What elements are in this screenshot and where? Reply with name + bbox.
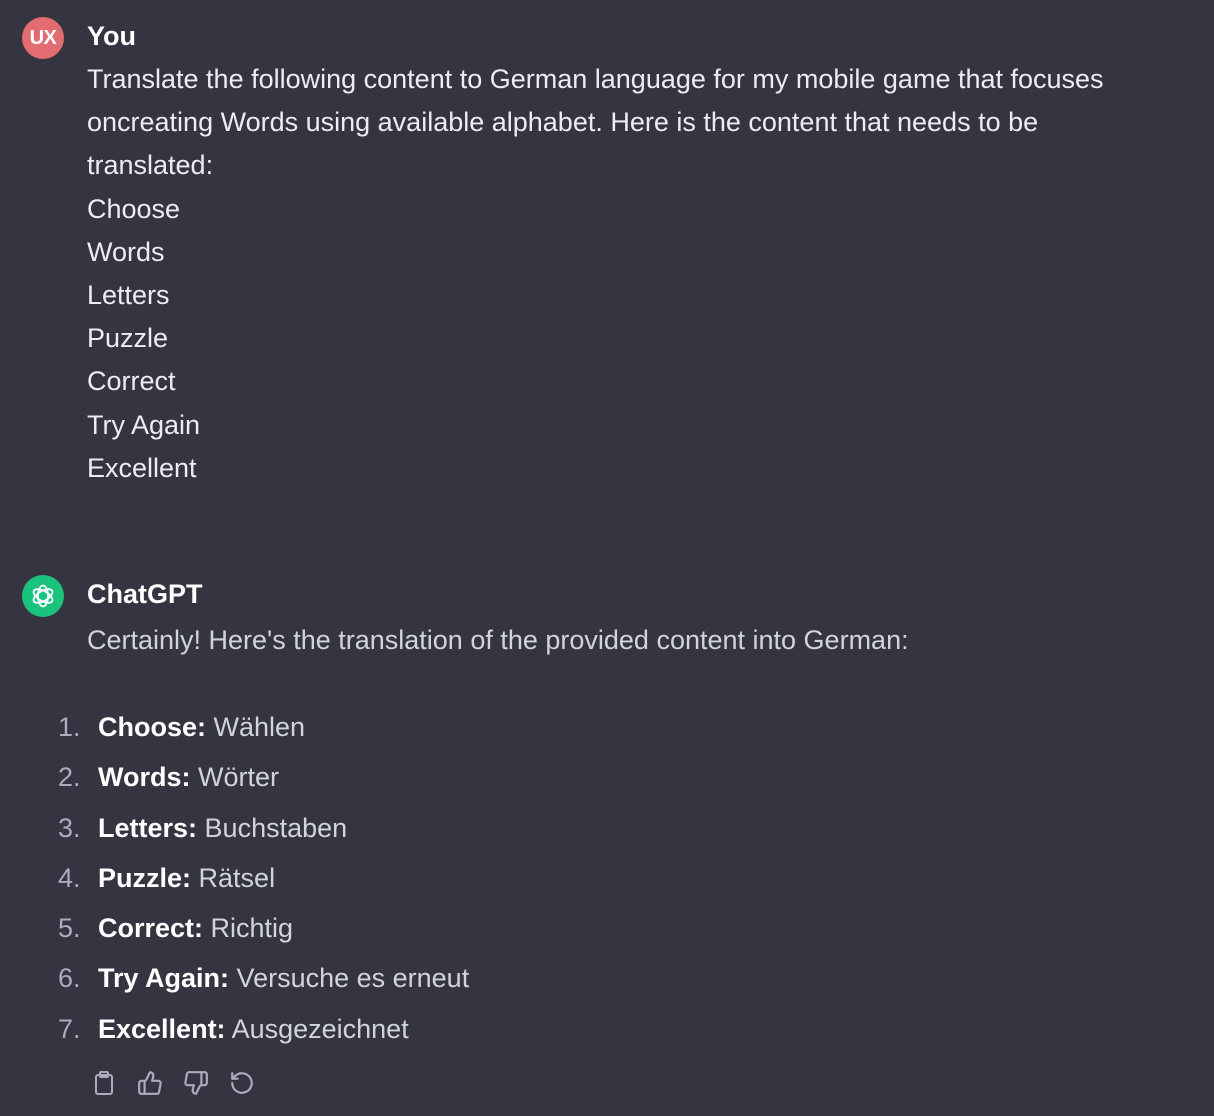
translation-list: 1. Choose: Wählen 2. Words: Wörter 3. Lette…	[58, 704, 469, 1056]
user-message-line: Words	[87, 236, 165, 267]
list-item: 6. Try Again: Versuche es erneut	[58, 955, 469, 1005]
list-translation: Versuche es erneut	[236, 963, 470, 994]
regenerate-icon	[231, 1072, 253, 1094]
list-number: 1.	[58, 712, 81, 742]
regenerate-button[interactable]	[228, 1068, 256, 1098]
list-number: 2.	[58, 762, 81, 793]
user-message-line: oncreating Words using available alphabe…	[87, 107, 1039, 138]
list-term: Excellent:	[98, 1013, 226, 1044]
copy-button[interactable]	[90, 1068, 118, 1098]
list-term: Words:	[98, 762, 191, 793]
user-message-line: Letters	[87, 280, 170, 311]
list-item: 1. Choose: Wählen	[58, 704, 469, 754]
list-term: Correct:	[98, 913, 204, 944]
user-message-text: Translate the following content to Germa…	[87, 58, 1187, 490]
list-number: 4.	[58, 862, 81, 893]
list-translation: Ausgezeichnet	[231, 1013, 409, 1044]
list-number: 5.	[58, 913, 81, 944]
assistant-intro-text: Certainly! Here's the translation of the…	[87, 625, 909, 655]
openai-logo-icon	[32, 584, 54, 608]
user-message-line: Choose	[87, 193, 181, 224]
user-message-line: Puzzle	[87, 323, 169, 354]
thumbs-down-button[interactable]	[182, 1068, 210, 1098]
thumbs-down-icon	[184, 1071, 208, 1095]
list-term: Choose:	[98, 712, 206, 742]
list-translation: Wählen	[213, 712, 306, 742]
list-item: 3. Letters: Buchstaben	[58, 805, 469, 855]
message-actions	[90, 1068, 256, 1098]
list-item: 4. Puzzle: Rätsel	[58, 855, 469, 905]
user-message-line: Try Again	[87, 409, 201, 440]
clipboard-icon	[95, 1071, 113, 1095]
list-item: 2. Words: Wörter	[58, 754, 469, 804]
thumbs-up-button[interactable]	[136, 1068, 164, 1098]
list-term: Try Again:	[98, 963, 230, 994]
assistant-author-name: ChatGPT	[87, 579, 203, 609]
list-item: 7. Excellent: Ausgezeichnet	[58, 1006, 469, 1056]
user-message-line: Translate the following content to Germa…	[87, 64, 1104, 94]
user-avatar: UX	[22, 17, 64, 59]
list-number: 6.	[58, 963, 81, 994]
user-author-name: You	[87, 21, 136, 51]
list-number: 7.	[58, 1013, 81, 1044]
list-item: 5. Correct: Richtig	[58, 905, 469, 955]
thumbs-up-icon	[138, 1071, 162, 1095]
user-message-line: translated:	[87, 150, 214, 181]
user-message-line: Correct	[87, 366, 176, 397]
user-message-line: Excellent	[87, 452, 197, 483]
user-avatar-initials: UX	[29, 26, 57, 49]
list-term: Letters:	[98, 812, 198, 843]
list-translation: Richtig	[210, 913, 294, 944]
list-number: 3.	[58, 812, 81, 843]
list-translation: Buchstaben	[204, 812, 348, 843]
chatgpt-avatar	[22, 575, 64, 617]
list-term: Puzzle:	[98, 862, 192, 893]
list-translation: Rätsel	[198, 862, 276, 893]
list-translation: Wörter	[198, 762, 280, 793]
